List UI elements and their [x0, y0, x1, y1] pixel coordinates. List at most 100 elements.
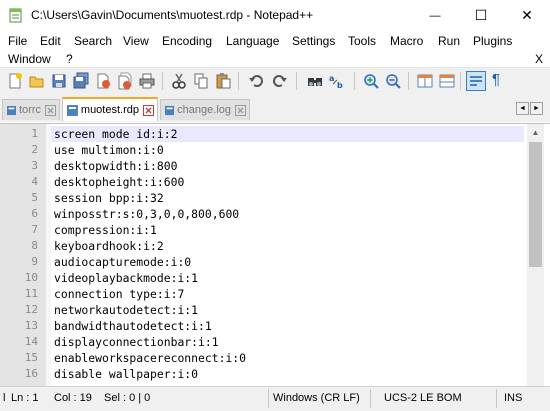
svg-text:b: b: [337, 81, 343, 90]
menu-bar: File Edit Search View Encoding Language …: [0, 31, 550, 67]
save-all-icon[interactable]: [72, 72, 90, 90]
line-number: 2: [31, 143, 38, 156]
tab-change-log[interactable]: change.log: [160, 99, 250, 120]
code-line[interactable]: videoplaybackmode:i:1: [54, 270, 198, 286]
menu-language[interactable]: Language: [226, 34, 279, 48]
code-line[interactable]: audiocapturemode:i:0: [54, 254, 191, 270]
code-line[interactable]: desktopheight:i:600: [54, 174, 184, 190]
tab-torrc[interactable]: torrc: [2, 99, 60, 120]
close-document-button[interactable]: X: [535, 52, 543, 66]
replace-icon[interactable]: ab: [328, 72, 346, 90]
status-line: Ln : 1: [11, 392, 39, 404]
toolbar-separator: [354, 72, 355, 90]
arrow-right-icon: ►: [533, 105, 540, 112]
status-insert-mode[interactable]: INS: [504, 392, 522, 404]
tab-close-icon[interactable]: [143, 104, 154, 116]
status-bar: l Ln : 1 Col : 19 Sel : 0 | 0 Windows (C…: [0, 386, 550, 411]
menu-edit[interactable]: Edit: [40, 34, 61, 48]
line-number: 8: [31, 239, 38, 252]
menu-run[interactable]: Run: [438, 34, 460, 48]
redo-icon[interactable]: [270, 72, 288, 90]
status-encoding[interactable]: UCS-2 LE BOM: [384, 392, 462, 404]
print-icon[interactable]: [138, 72, 156, 90]
line-number: 11: [24, 287, 38, 300]
toolbar-separator: [408, 72, 409, 90]
line-number: 13: [24, 319, 38, 332]
code-line[interactable]: bandwidthautodetect:i:1: [54, 318, 212, 334]
maximize-icon: ☐: [474, 7, 488, 23]
menu-view[interactable]: View: [123, 34, 149, 48]
code-line[interactable]: use multimon:i:0: [54, 142, 164, 158]
menu-encoding[interactable]: Encoding: [162, 34, 212, 48]
sync-horizontal-scroll-icon[interactable]: [438, 72, 456, 90]
tab-label: muotest.rdp: [80, 104, 139, 116]
close-icon: ✕: [521, 7, 533, 23]
status-separator: [496, 389, 497, 408]
copy-icon[interactable]: [192, 72, 210, 90]
zoom-in-icon[interactable]: [362, 72, 380, 90]
notepadpp-app-icon[interactable]: [9, 7, 23, 23]
open-file-icon[interactable]: [28, 72, 46, 90]
menu-help[interactable]: ?: [66, 52, 73, 66]
code-line[interactable]: compression:i:1: [54, 222, 157, 238]
close-file-icon[interactable]: [94, 72, 112, 90]
tab-muotest-rdp[interactable]: muotest.rdp: [62, 97, 158, 121]
word-wrap-icon[interactable]: [466, 71, 486, 91]
tab-scroll-right-button[interactable]: ►: [530, 102, 543, 115]
menu-plugins[interactable]: Plugins: [473, 34, 512, 48]
zoom-out-icon[interactable]: [384, 72, 402, 90]
menu-window[interactable]: Window: [8, 52, 51, 66]
code-line[interactable]: enableworkspacereconnect:i:0: [54, 350, 246, 366]
editor-area[interactable]: 1 screen mode id:i:2 2 use multimon:i:0 …: [0, 123, 550, 387]
code-line[interactable]: disable wallpaper:i:0: [54, 366, 198, 382]
tab-scroll-left-button[interactable]: ◄: [516, 102, 529, 115]
code-line[interactable]: winposstr:s:0,3,0,0,800,600: [54, 206, 239, 222]
code-line[interactable]: desktopwidth:i:800: [54, 158, 177, 174]
status-separator: [370, 389, 371, 408]
tab-close-icon[interactable]: [235, 104, 246, 116]
code-line[interactable]: keyboardhook:i:2: [54, 238, 164, 254]
title-bar: C:\Users\Gavin\Documents\muotest.rdp - N…: [0, 0, 550, 31]
find-icon[interactable]: [306, 72, 324, 90]
tab-label: torrc: [19, 104, 41, 116]
sync-vertical-scroll-icon[interactable]: [416, 72, 434, 90]
code-line[interactable]: networkautodetect:i:1: [54, 302, 198, 318]
code-line[interactable]: session bpp:i:32: [54, 190, 164, 206]
code-line[interactable]: connection type:i:7: [54, 286, 184, 302]
scroll-up-button[interactable]: ▲: [527, 124, 544, 141]
arrow-left-icon: ◄: [519, 105, 526, 112]
status-column: Col : 19: [54, 392, 92, 404]
menu-search[interactable]: Search: [74, 34, 112, 48]
menu-settings[interactable]: Settings: [292, 34, 335, 48]
close-all-icon[interactable]: [116, 72, 134, 90]
file-tab-icon: [67, 104, 78, 116]
code-line[interactable]: displayconnectionbar:i:1: [54, 334, 219, 350]
menu-file[interactable]: File: [8, 34, 27, 48]
file-tab-icon: [165, 105, 175, 115]
tab-bar: torrc muotest.rdp change.log ◄ ►: [0, 96, 550, 122]
toolbar-separator: [460, 72, 461, 90]
undo-icon[interactable]: [248, 72, 266, 90]
cut-icon[interactable]: [170, 72, 188, 90]
new-file-icon[interactable]: [6, 72, 24, 90]
line-number: 15: [24, 351, 38, 364]
line-number: 12: [24, 303, 38, 316]
scrollbar-thumb[interactable]: [529, 142, 542, 267]
maximize-button[interactable]: ☐: [458, 0, 504, 31]
close-window-button[interactable]: ✕: [504, 0, 550, 31]
line-number: 3: [31, 159, 38, 172]
save-icon[interactable]: [50, 72, 68, 90]
code-line[interactable]: screen mode id:i:2: [54, 126, 177, 142]
vertical-scrollbar[interactable]: ▲: [527, 124, 544, 387]
paste-icon[interactable]: [214, 72, 232, 90]
minimize-button[interactable]: —: [412, 0, 458, 31]
line-number: 10: [24, 271, 38, 284]
toolbar-separator: [296, 72, 297, 90]
tab-close-icon[interactable]: [45, 104, 56, 116]
status-eol-format[interactable]: Windows (CR LF): [273, 392, 360, 404]
show-all-characters-icon[interactable]: ¶: [492, 71, 500, 88]
menu-macro[interactable]: Macro: [390, 34, 423, 48]
menu-tools[interactable]: Tools: [348, 34, 376, 48]
line-number: 4: [31, 175, 38, 188]
line-number: 5: [31, 191, 38, 204]
